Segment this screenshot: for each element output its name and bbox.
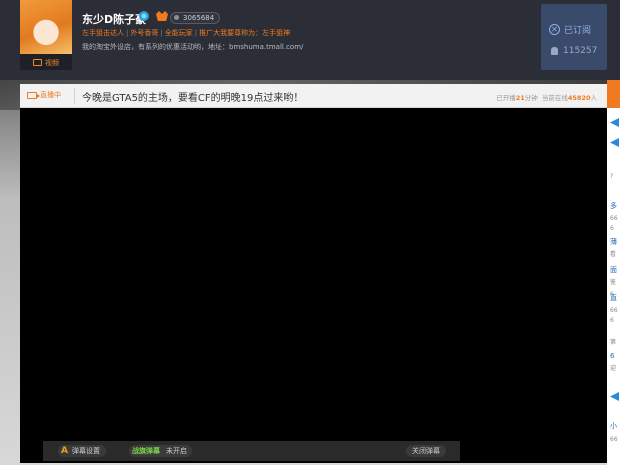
avatar-panel: 视频: [20, 0, 72, 70]
sidebar-fragment: 6: [610, 225, 614, 232]
sidebar-fragment: 66: [610, 436, 618, 443]
room-id-badge: 3065684: [170, 12, 221, 24]
video-player[interactable]: A 弹幕设置 战旗弹幕 未开启 关闭弹幕: [20, 108, 607, 463]
danmu-settings-button[interactable]: A 弹幕设置: [58, 445, 106, 457]
sidebar-fragment: 薄: [610, 238, 617, 246]
verified-badge-icon: [139, 11, 149, 21]
user-icon: [551, 47, 558, 55]
danmu-settings-label: 弹幕设置: [71, 447, 100, 455]
live-label: 直播中: [40, 91, 61, 99]
subscribe-panel: ✕ 已订阅 115257: [541, 4, 607, 70]
crown-badge-icon: [156, 11, 168, 21]
title-divider: [74, 88, 75, 104]
check-circle-icon: ✕: [549, 23, 560, 35]
tag-item: 左手狙击达人: [82, 29, 124, 37]
danmu-logo: 战旗弹幕: [132, 447, 160, 455]
camera-icon: [27, 91, 40, 99]
subscriber-count: 115257: [551, 46, 597, 56]
streamer-tags: 左手狙击达人 | 外号香哥 | 全能玩家 | 推广大我要尊称为：左手狙神: [82, 29, 291, 37]
chat-sidebar: ? 多 66 6 薄 看 面 鉴 6 直 66 6 第 6 迎 小 66: [607, 80, 620, 465]
tag-item: 推广大我要尊称为：左手狙神: [199, 29, 291, 37]
arrow-left-icon[interactable]: [610, 118, 619, 127]
tag-item: 全能玩家: [164, 29, 193, 37]
tag-item: 外号香哥: [130, 29, 159, 37]
minutes-unit: 分钟: [524, 94, 538, 102]
sidebar-fragment: 鉴: [610, 279, 617, 286]
online-count: 45820: [567, 94, 591, 102]
live-minutes: 21: [515, 94, 525, 102]
room-title: 今晚是GTA5的主场，要看CF的明晚19点过来哟！: [82, 93, 304, 104]
subscriber-count-value: 115257: [563, 46, 598, 56]
header-edge: [610, 0, 620, 80]
danmu-a-icon: A: [61, 446, 68, 456]
online-unit: 人: [590, 94, 598, 102]
sidebar-fragment: 直: [610, 294, 617, 302]
sidebar-fragment: 看: [610, 251, 617, 258]
live-stats: 已开播21分钟 当前在线45820人: [496, 92, 597, 102]
online-prefix: 当前在线: [541, 94, 568, 102]
sidebar-fragment: 面: [610, 266, 617, 274]
sidebar-fragment: 6: [610, 352, 615, 360]
room-title-bar: 直播中 今晚是GTA5的主场，要看CF的明晚19点过来哟！ 已开播21分钟 当前…: [20, 84, 607, 108]
sidebar-fragment: 66: [610, 307, 618, 314]
sidebar-fragment: 66: [610, 215, 618, 222]
live-status: 直播中: [27, 90, 61, 100]
danmu-toggle-state: 未开启: [166, 447, 187, 455]
sidebar-tab[interactable]: [607, 80, 620, 108]
close-danmu-button[interactable]: 关闭弹幕: [406, 445, 446, 457]
video-tab-label: 视频: [45, 58, 59, 67]
sidebar-fragment: ?: [610, 173, 614, 180]
sidebar-fragment: 小: [610, 422, 617, 430]
video-tab[interactable]: 视频: [20, 55, 72, 70]
stats-prefix: 已开播: [496, 94, 516, 102]
sidebar-fragment: 多: [610, 202, 617, 210]
streamer-avatar[interactable]: [20, 0, 72, 54]
sidebar-fragment: 6: [610, 317, 614, 324]
danmu-toggle[interactable]: 战旗弹幕 未开启: [129, 445, 192, 457]
danmu-control-bar: A 弹幕设置 战旗弹幕 未开启 关闭弹幕: [43, 441, 460, 461]
arrow-left-icon[interactable]: [610, 138, 619, 147]
subscribe-button[interactable]: ✕ 已订阅: [549, 22, 591, 36]
room-header: 视频 东少D陈子豪 3065684 左手狙击达人 | 外号香哥 | 全能玩家 | 推广大我要…: [0, 0, 620, 80]
arrow-left-icon[interactable]: [610, 392, 619, 401]
sidebar-fragment: 第: [610, 339, 617, 346]
video-icon: [33, 59, 42, 66]
subscribe-label: 已订阅: [564, 25, 592, 36]
streamer-name: 东少D陈子豪: [82, 13, 147, 26]
sidebar-fragment: 迎: [610, 365, 617, 372]
shop-announcement: 我的淘宝外设店，有系列的优惠活动哟，地址：bmshuma.tmall.com/: [82, 43, 304, 51]
